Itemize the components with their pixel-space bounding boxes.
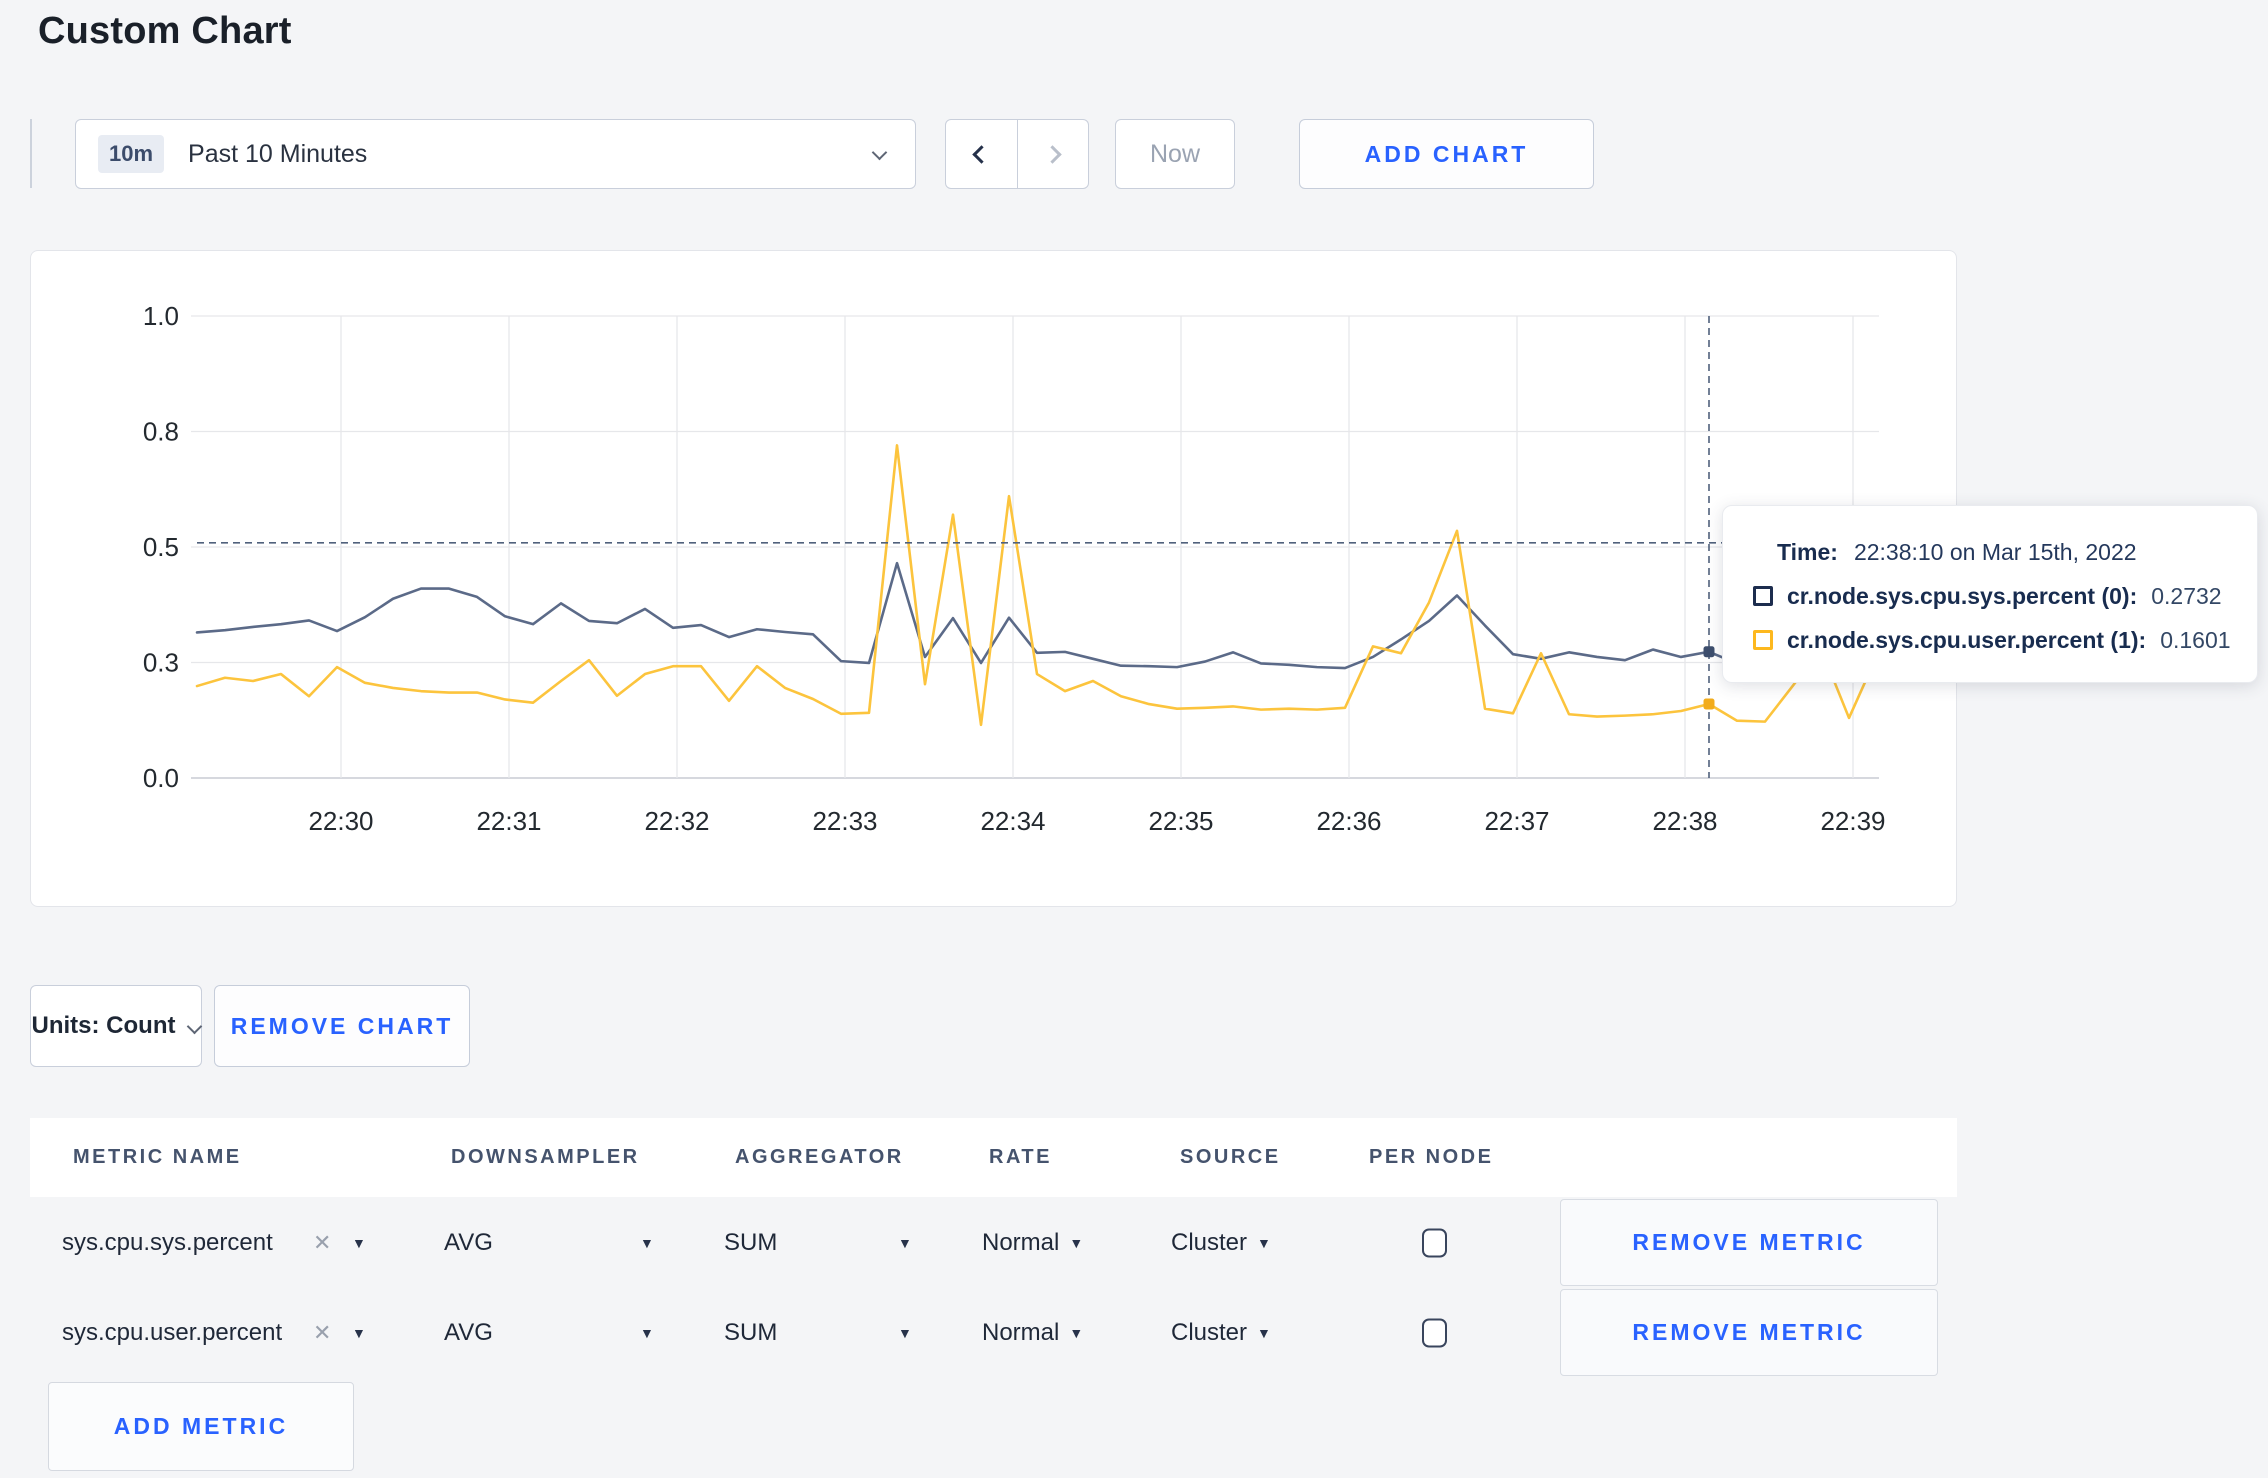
tooltip-series-label: cr.node.sys.cpu.sys.percent (0): bbox=[1787, 582, 2138, 609]
table-row: sys.cpu.user.percent ✕ ▼ AVG ▼ SUM ▼ Nor… bbox=[0, 1289, 2268, 1376]
chart-card: 0.0 0.3 0.5 0.8 1.0 22:30 22:31 22:32 22:33 22:34… bbox=[30, 250, 1957, 907]
tooltip-series-value: 0.1601 bbox=[2160, 626, 2231, 653]
chevron-left-icon bbox=[972, 144, 991, 164]
downsampler-select[interactable]: AVG bbox=[444, 1319, 493, 1347]
tooltip-series-value: 0.2732 bbox=[2151, 582, 2222, 609]
svg-text:22:36: 22:36 bbox=[1316, 806, 1381, 836]
rate-value: Normal bbox=[982, 1318, 1060, 1346]
per-node-checkbox[interactable] bbox=[1422, 1318, 1447, 1347]
remove-chart-button[interactable]: REMOVE CHART bbox=[214, 985, 470, 1067]
units-select[interactable]: Units: Count bbox=[30, 985, 203, 1067]
aggregator-select[interactable]: SUM bbox=[724, 1229, 777, 1257]
svg-text:22:38: 22:38 bbox=[1652, 806, 1717, 836]
source-dropdown-icon: ▼ bbox=[1257, 1324, 1271, 1341]
clear-metric-icon[interactable]: ✕ bbox=[313, 1320, 331, 1346]
source-select[interactable]: Cluster ▼ bbox=[1171, 1229, 1271, 1257]
svg-text:22:30: 22:30 bbox=[308, 806, 373, 836]
svg-text:22:32: 22:32 bbox=[644, 806, 709, 836]
col-header-source: SOURCE bbox=[1180, 1146, 1281, 1168]
col-header-per-node: PER NODE bbox=[1369, 1146, 1494, 1168]
col-header-downsampler: DOWNSAMPLER bbox=[451, 1146, 640, 1168]
svg-text:22:31: 22:31 bbox=[476, 806, 541, 836]
chevron-down-icon bbox=[187, 1018, 203, 1034]
aggregator-select[interactable]: SUM bbox=[724, 1319, 777, 1347]
user-series-legend-icon bbox=[1753, 630, 1773, 650]
table-row: sys.cpu.sys.percent ✕ ▼ AVG ▼ SUM ▼ Norm… bbox=[0, 1199, 2268, 1286]
source-value: Cluster bbox=[1171, 1318, 1248, 1346]
rate-value: Normal bbox=[982, 1228, 1060, 1256]
metric-name-value[interactable]: sys.cpu.sys.percent bbox=[62, 1229, 273, 1257]
sys-series-legend-icon bbox=[1753, 586, 1773, 606]
metric-name-value[interactable]: sys.cpu.user.percent bbox=[62, 1319, 282, 1347]
custom-chart-canvas[interactable]: 0.0 0.3 0.5 0.8 1.0 22:30 22:31 22:32 22:33 22:34… bbox=[31, 251, 1958, 908]
rate-dropdown-icon: ▼ bbox=[1069, 1324, 1084, 1341]
units-label: Units: Count bbox=[31, 1012, 176, 1039]
tooltip-series-label: cr.node.sys.cpu.user.percent (1): bbox=[1787, 626, 2147, 653]
svg-text:0.5: 0.5 bbox=[143, 532, 179, 562]
downsampler-dropdown-icon[interactable]: ▼ bbox=[640, 1235, 654, 1251]
svg-text:22:39: 22:39 bbox=[1820, 806, 1885, 836]
svg-text:0.8: 0.8 bbox=[143, 417, 179, 447]
svg-text:22:37: 22:37 bbox=[1484, 806, 1549, 836]
svg-text:0.0: 0.0 bbox=[143, 763, 179, 793]
col-header-aggregator: AGGREGATOR bbox=[735, 1146, 904, 1168]
svg-text:22:34: 22:34 bbox=[980, 806, 1045, 836]
tooltip-series-row: cr.node.sys.cpu.user.percent (1): 0.1601 bbox=[1753, 618, 2257, 662]
source-value: Cluster bbox=[1171, 1228, 1248, 1256]
downsampler-select[interactable]: AVG bbox=[444, 1229, 493, 1257]
svg-text:0.3: 0.3 bbox=[143, 648, 179, 678]
tooltip-time-row: Time: 22:38:10 on Mar 15th, 2022 bbox=[1753, 530, 2257, 574]
svg-text:22:35: 22:35 bbox=[1148, 806, 1213, 836]
metric-name-dropdown-icon[interactable]: ▼ bbox=[352, 1325, 366, 1341]
tooltip-time-value: 22:38:10 on Mar 15th, 2022 bbox=[1853, 538, 2137, 565]
now-button[interactable]: Now bbox=[1115, 119, 1235, 189]
col-header-rate: RATE bbox=[989, 1146, 1052, 1168]
chart-tooltip: Time: 22:38:10 on Mar 15th, 2022 cr.node… bbox=[1722, 505, 2258, 683]
rate-dropdown-icon: ▼ bbox=[1069, 1234, 1084, 1251]
metric-name-dropdown-icon[interactable]: ▼ bbox=[352, 1235, 366, 1251]
downsampler-dropdown-icon[interactable]: ▼ bbox=[640, 1325, 654, 1341]
custom-chart-page: { "page": { "title": "Custom Chart", "ba… bbox=[0, 0, 2268, 1478]
clear-metric-icon[interactable]: ✕ bbox=[313, 1230, 331, 1256]
aggregator-dropdown-icon[interactable]: ▼ bbox=[898, 1235, 912, 1251]
time-range-select[interactable]: 10m Past 10 Minutes bbox=[75, 119, 916, 189]
svg-text:1.0: 1.0 bbox=[143, 301, 179, 331]
svg-text:22:33: 22:33 bbox=[812, 806, 877, 836]
chevron-down-icon bbox=[871, 144, 888, 161]
rate-select[interactable]: Normal ▼ bbox=[982, 1319, 1083, 1347]
col-header-metric-name: METRIC NAME bbox=[73, 1146, 242, 1168]
tooltip-series-row: cr.node.sys.cpu.sys.percent (0): 0.2732 bbox=[1753, 574, 2257, 618]
time-range-badge: 10m bbox=[98, 135, 165, 173]
remove-metric-button[interactable]: REMOVE METRIC bbox=[1560, 1289, 1938, 1376]
rate-select[interactable]: Normal ▼ bbox=[982, 1229, 1083, 1257]
remove-metric-button[interactable]: REMOVE METRIC bbox=[1560, 1199, 1938, 1286]
next-time-button[interactable] bbox=[1017, 119, 1089, 189]
per-node-checkbox[interactable] bbox=[1422, 1228, 1447, 1257]
time-range-label: Past 10 Minutes bbox=[188, 139, 368, 168]
source-dropdown-icon: ▼ bbox=[1257, 1234, 1271, 1251]
tooltip-time-label: Time: bbox=[1777, 538, 1838, 565]
prev-time-button[interactable] bbox=[945, 119, 1018, 189]
add-chart-button[interactable]: ADD CHART bbox=[1299, 119, 1594, 189]
aggregator-dropdown-icon[interactable]: ▼ bbox=[898, 1325, 912, 1341]
add-metric-button[interactable]: ADD METRIC bbox=[48, 1382, 354, 1471]
chevron-right-icon bbox=[1043, 144, 1062, 164]
toolbar-divider bbox=[30, 119, 32, 188]
time-pager bbox=[945, 119, 1089, 189]
page-title: Custom Chart bbox=[38, 10, 292, 52]
source-select[interactable]: Cluster ▼ bbox=[1171, 1319, 1271, 1347]
